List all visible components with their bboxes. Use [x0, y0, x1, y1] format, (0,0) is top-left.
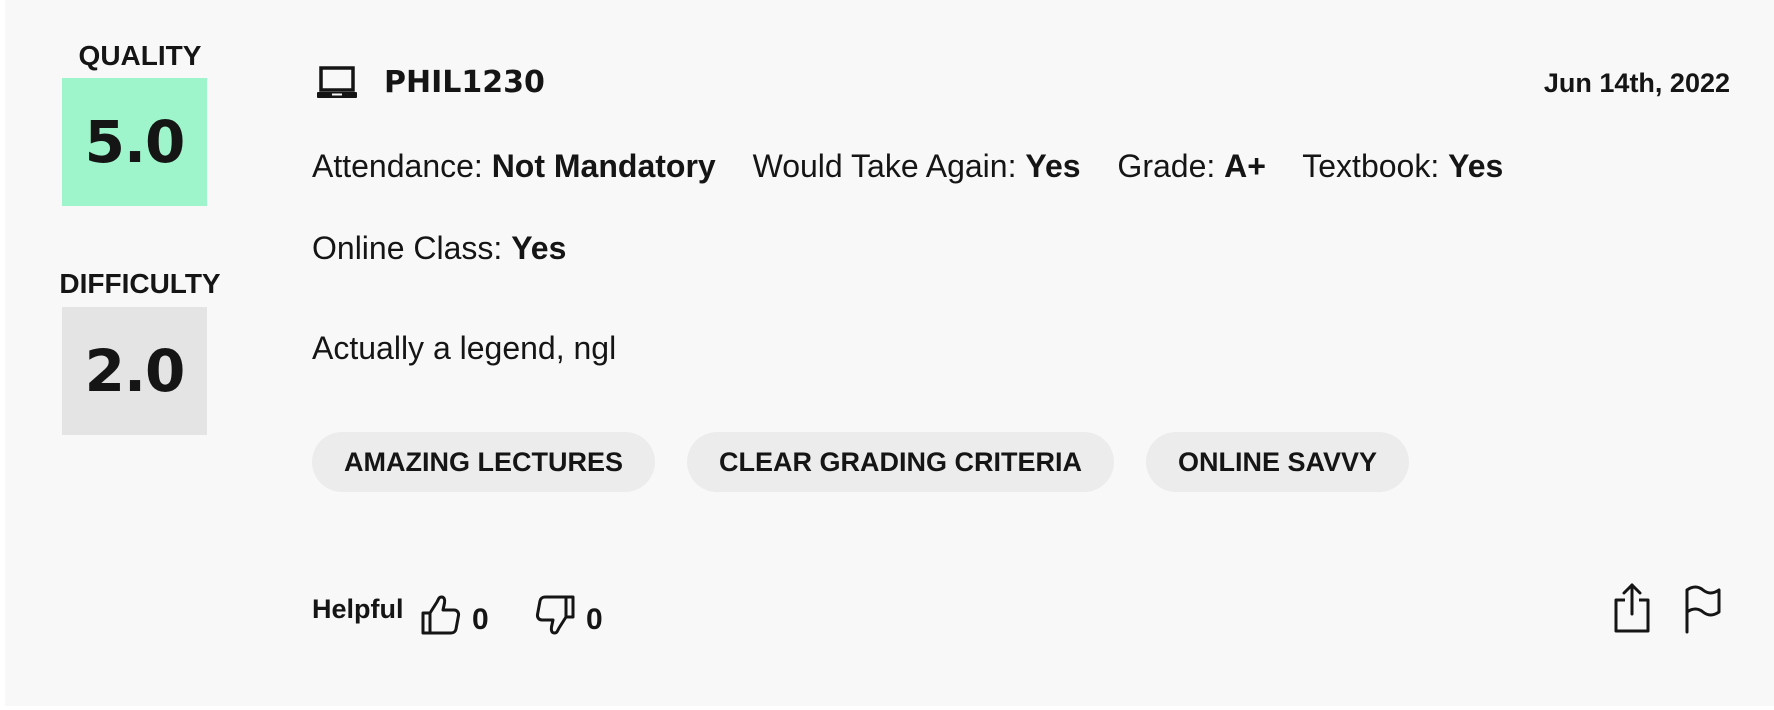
laptop-icon	[316, 65, 358, 101]
thumbs-up-icon	[420, 594, 462, 636]
meta-row: Attendance: Not Mandatory Would Take Aga…	[312, 148, 1531, 185]
thumbs-down-button[interactable]: 0	[534, 582, 603, 648]
difficulty-score: 2.0	[62, 307, 207, 435]
rating-date: Jun 14th, 2022	[1543, 68, 1730, 98]
rating-comment: Actually a legend, ngl	[312, 330, 617, 366]
thumbs-down-icon	[534, 594, 576, 636]
meta-would-take-again: Would Take Again: Yes	[752, 148, 1081, 184]
rating-card: QUALITY 5.0 DIFFICULTY 2.0 PHIL1230 Jun …	[5, 0, 1774, 706]
rating-tags: AMAZING LECTURES CLEAR GRADING CRITERIA …	[312, 432, 1410, 492]
thumbs-down-count: 0	[586, 603, 603, 636]
difficulty-label: DIFFICULTY	[59, 268, 221, 299]
tag: AMAZING LECTURES	[312, 432, 655, 492]
quality-label: QUALITY	[78, 40, 202, 71]
rating-footer: Helpful 0 0	[312, 582, 1730, 648]
meta-textbook: Textbook: Yes	[1302, 148, 1504, 184]
meta-online-class: Online Class: Yes	[312, 230, 567, 266]
tag: CLEAR GRADING CRITERIA	[687, 432, 1114, 492]
flag-icon[interactable]	[1682, 582, 1722, 639]
meta-row: Online Class: Yes	[312, 230, 594, 267]
meta-grade: Grade: A+	[1117, 148, 1266, 184]
meta-attendance: Attendance: Not Mandatory	[312, 148, 716, 184]
thumbs-up-count: 0	[472, 603, 489, 636]
helpful-label: Helpful	[312, 594, 404, 624]
class-name: PHIL1230	[384, 65, 545, 100]
thumbs-up-button[interactable]: 0	[420, 582, 489, 648]
share-icon[interactable]	[1612, 582, 1652, 639]
quality-score: 5.0	[62, 78, 207, 206]
tag: ONLINE SAVVY	[1146, 432, 1410, 492]
rating-header: PHIL1230 Jun 14th, 2022	[312, 62, 1730, 106]
